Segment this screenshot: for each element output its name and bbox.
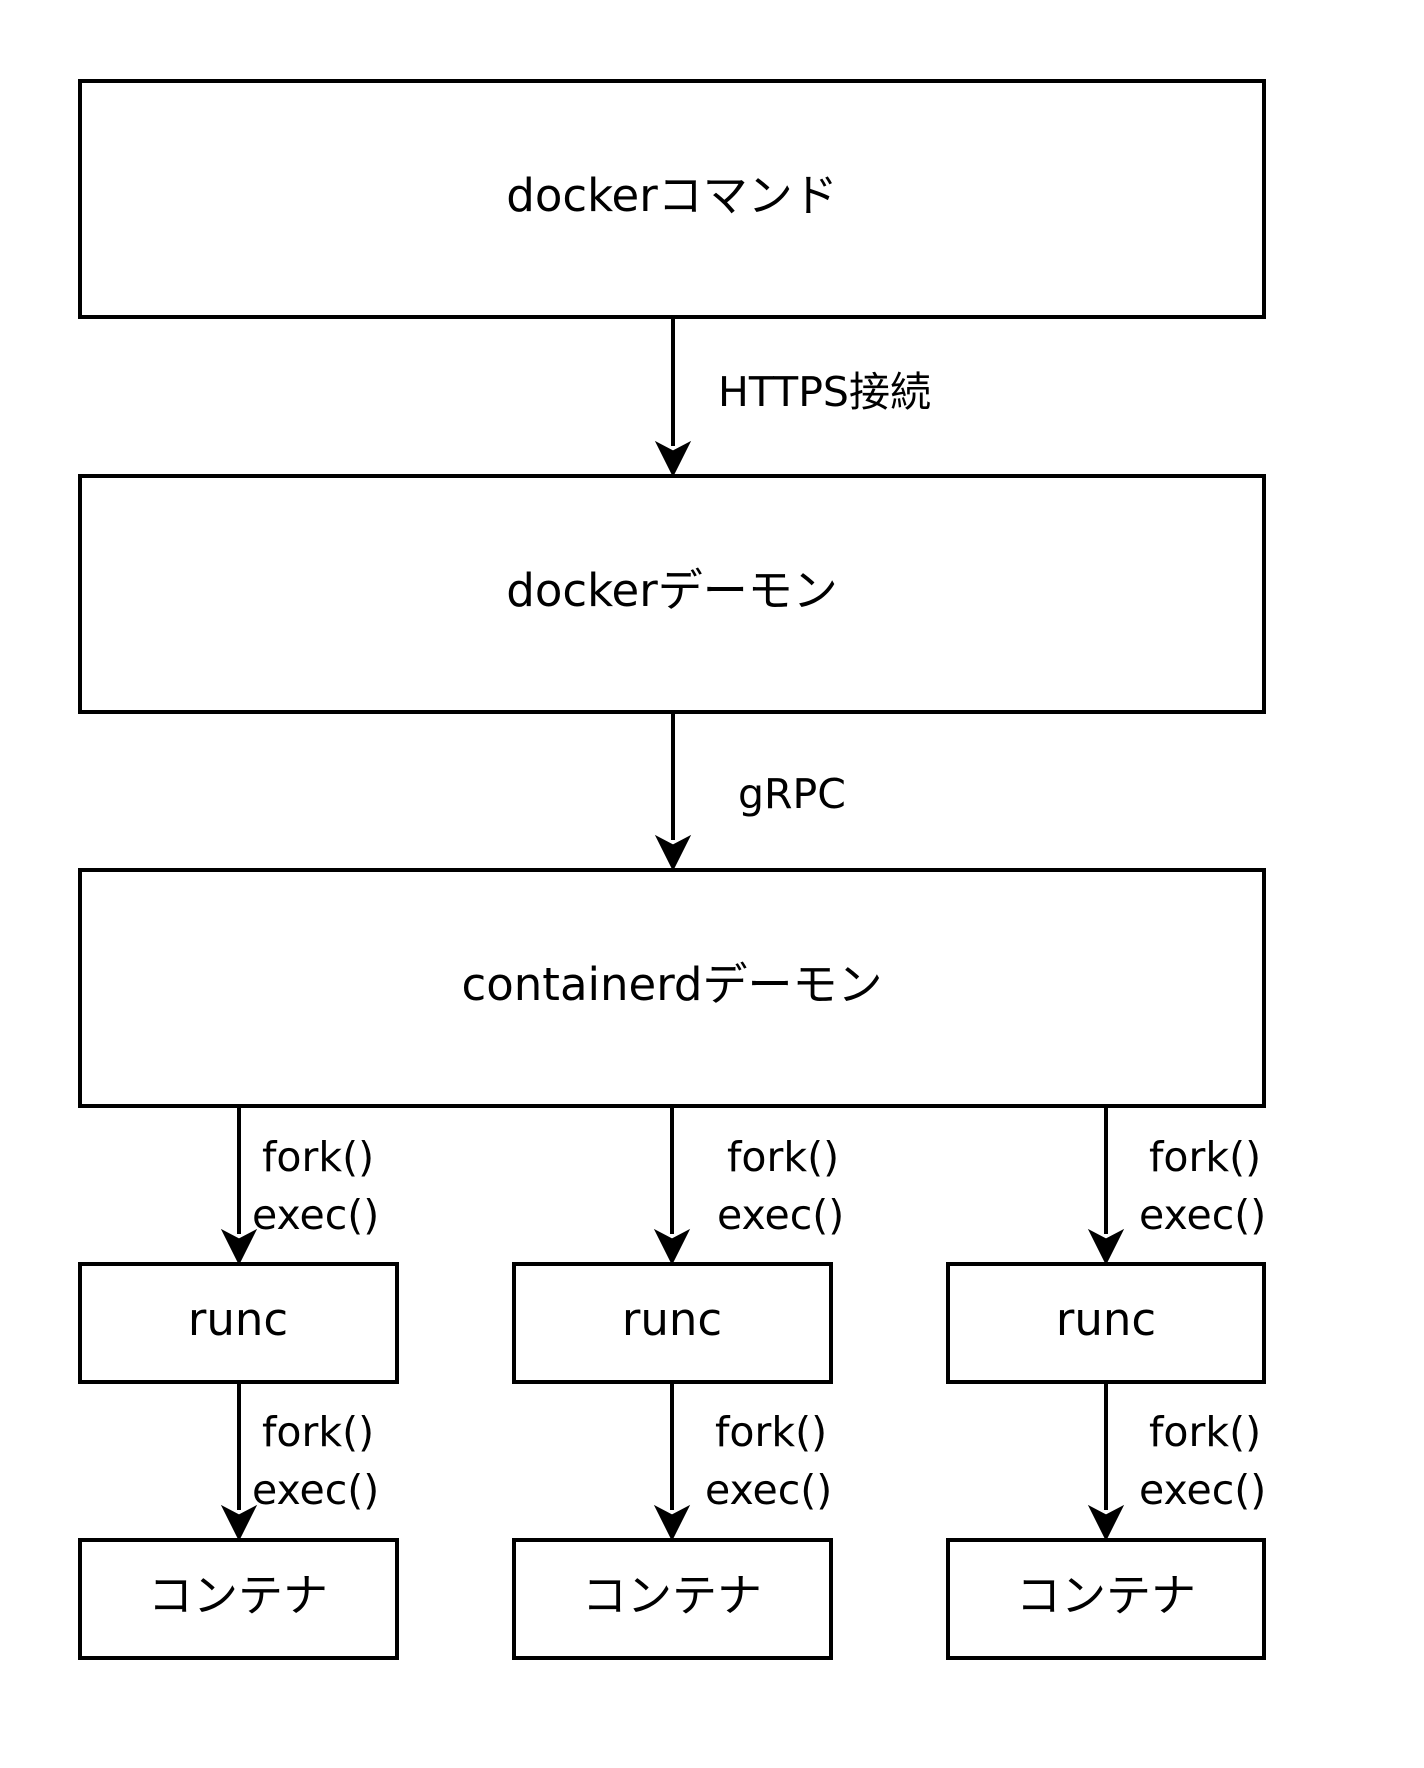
arrowhead-icon	[653, 1504, 691, 1542]
edge-runc-to-container-1: fork() exec()	[220, 1382, 379, 1542]
docker-command-label: dockerコマンド	[506, 169, 837, 222]
container-node-1: コンテナ	[78, 1538, 399, 1660]
edge-containerd-to-runc-2: fork() exec()	[653, 1106, 844, 1266]
containerd-daemon-label: containerdデーモン	[462, 958, 883, 1011]
fork-label: fork()	[727, 1133, 839, 1181]
edge-command-to-daemon: HTTPS接続	[654, 317, 931, 478]
fork-label: fork()	[715, 1408, 827, 1456]
arrowhead-icon	[654, 440, 692, 478]
container-label: コンテナ	[148, 1569, 328, 1622]
edge-runc-to-container-2: fork() exec()	[653, 1382, 832, 1542]
container-label: コンテナ	[582, 1569, 762, 1622]
arrowhead-icon	[1087, 1504, 1125, 1542]
docker-architecture-diagram: dockerコマンド dockerデーモン containerdデーモン HTT…	[78, 79, 1266, 1660]
docker-command-node: dockerコマンド	[78, 79, 1266, 319]
edge-runc-to-container-3: fork() exec()	[1087, 1382, 1266, 1542]
exec-label: exec()	[1139, 1466, 1266, 1514]
container-node-3: コンテナ	[946, 1538, 1266, 1660]
runc-node-3: runc	[946, 1262, 1266, 1384]
fork-label: fork()	[1149, 1408, 1261, 1456]
fork-label: fork()	[262, 1408, 374, 1456]
container-node-2: コンテナ	[512, 1538, 833, 1660]
edge-containerd-to-runc-3: fork() exec()	[1087, 1106, 1266, 1266]
container-label: コンテナ	[1016, 1569, 1196, 1622]
runc-node-1: runc	[78, 1262, 399, 1384]
runc-node-2: runc	[512, 1262, 833, 1384]
containerd-daemon-node: containerdデーモン	[78, 868, 1266, 1108]
https-connection-label: HTTPS接続	[718, 368, 931, 416]
runc-label: runc	[188, 1293, 288, 1346]
exec-label: exec()	[252, 1191, 379, 1239]
exec-label: exec()	[705, 1466, 832, 1514]
edge-daemon-to-containerd: gRPC	[654, 712, 846, 872]
edge-containerd-to-runc-1: fork() exec()	[220, 1106, 379, 1266]
arrowhead-icon	[653, 1228, 691, 1266]
fork-label: fork()	[262, 1133, 374, 1181]
arrowhead-icon	[220, 1504, 258, 1542]
arrowhead-icon	[1087, 1228, 1125, 1266]
docker-daemon-label: dockerデーモン	[506, 564, 837, 617]
runc-label: runc	[622, 1293, 722, 1346]
exec-label: exec()	[252, 1466, 379, 1514]
runc-label: runc	[1056, 1293, 1156, 1346]
grpc-label: gRPC	[738, 770, 846, 818]
fork-label: fork()	[1149, 1133, 1261, 1181]
exec-label: exec()	[717, 1191, 844, 1239]
docker-daemon-node: dockerデーモン	[78, 474, 1266, 714]
exec-label: exec()	[1139, 1191, 1266, 1239]
arrowhead-icon	[654, 834, 692, 872]
arrowhead-icon	[220, 1228, 258, 1266]
